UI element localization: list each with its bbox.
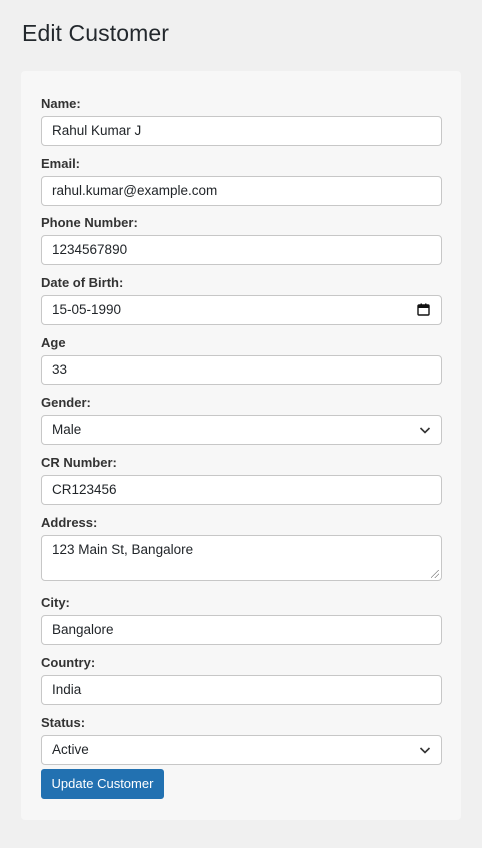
- dob-input[interactable]: 15-05-1990: [41, 295, 442, 325]
- email-value: rahul.kumar@example.com: [52, 183, 218, 198]
- address-value: 123 Main St, Bangalore: [52, 542, 194, 557]
- dob-label: Date of Birth:: [41, 275, 124, 290]
- dob-group: Date of Birth: 15-05-1990: [41, 274, 442, 325]
- age-value: 33: [52, 362, 68, 377]
- name-value: Rahul Kumar J: [52, 123, 142, 138]
- phone-value: 1234567890: [52, 242, 128, 257]
- city-input[interactable]: Bangalore: [41, 615, 442, 645]
- gender-label: Gender:: [41, 395, 91, 410]
- age-input[interactable]: 33: [41, 355, 442, 385]
- name-group: Name: Rahul Kumar J: [41, 95, 442, 146]
- address-label: Address:: [41, 515, 98, 530]
- update-customer-button[interactable]: Update Customer: [41, 769, 164, 799]
- gender-group: Gender: Male: [41, 394, 442, 445]
- cr-group: CR Number: CR123456: [41, 454, 442, 505]
- country-group: Country: India: [41, 654, 442, 705]
- city-group: City: Bangalore: [41, 594, 442, 645]
- phone-input[interactable]: 1234567890: [41, 235, 442, 265]
- gender-value: Male: [52, 422, 82, 437]
- calendar-icon[interactable]: [417, 303, 430, 316]
- city-label: City:: [41, 595, 70, 610]
- dob-value: 15-05-1990: [52, 302, 122, 317]
- name-label: Name:: [41, 96, 81, 111]
- chevron-down-icon: [419, 427, 431, 434]
- age-label: Age: [41, 335, 66, 350]
- status-value: Active: [52, 742, 89, 757]
- age-group: Age 33: [41, 334, 442, 385]
- email-input[interactable]: rahul.kumar@example.com: [41, 176, 442, 206]
- gender-select[interactable]: Male: [41, 415, 442, 445]
- country-input[interactable]: India: [41, 675, 442, 705]
- edit-customer-form: Name: Rahul Kumar J Email: rahul.kumar@e…: [21, 71, 461, 820]
- city-value: Bangalore: [52, 622, 114, 637]
- status-select[interactable]: Active: [41, 735, 442, 765]
- phone-label: Phone Number:: [41, 215, 138, 230]
- status-group: Status: Active: [41, 714, 442, 765]
- address-textarea[interactable]: 123 Main St, Bangalore: [41, 535, 442, 581]
- country-label: Country:: [41, 655, 96, 670]
- status-label: Status:: [41, 715, 86, 730]
- email-group: Email: rahul.kumar@example.com: [41, 155, 442, 206]
- chevron-down-icon: [419, 747, 431, 754]
- cr-label: CR Number:: [41, 455, 117, 470]
- cr-input[interactable]: CR123456: [41, 475, 442, 505]
- cr-value: CR123456: [52, 482, 117, 497]
- name-input[interactable]: Rahul Kumar J: [41, 116, 442, 146]
- country-value: India: [52, 682, 82, 697]
- page-title: Edit Customer: [22, 20, 170, 46]
- address-group: Address: 123 Main St, Bangalore: [41, 514, 442, 581]
- email-label: Email:: [41, 156, 81, 171]
- phone-group: Phone Number: 1234567890: [41, 214, 442, 265]
- resize-handle[interactable]: [431, 570, 439, 578]
